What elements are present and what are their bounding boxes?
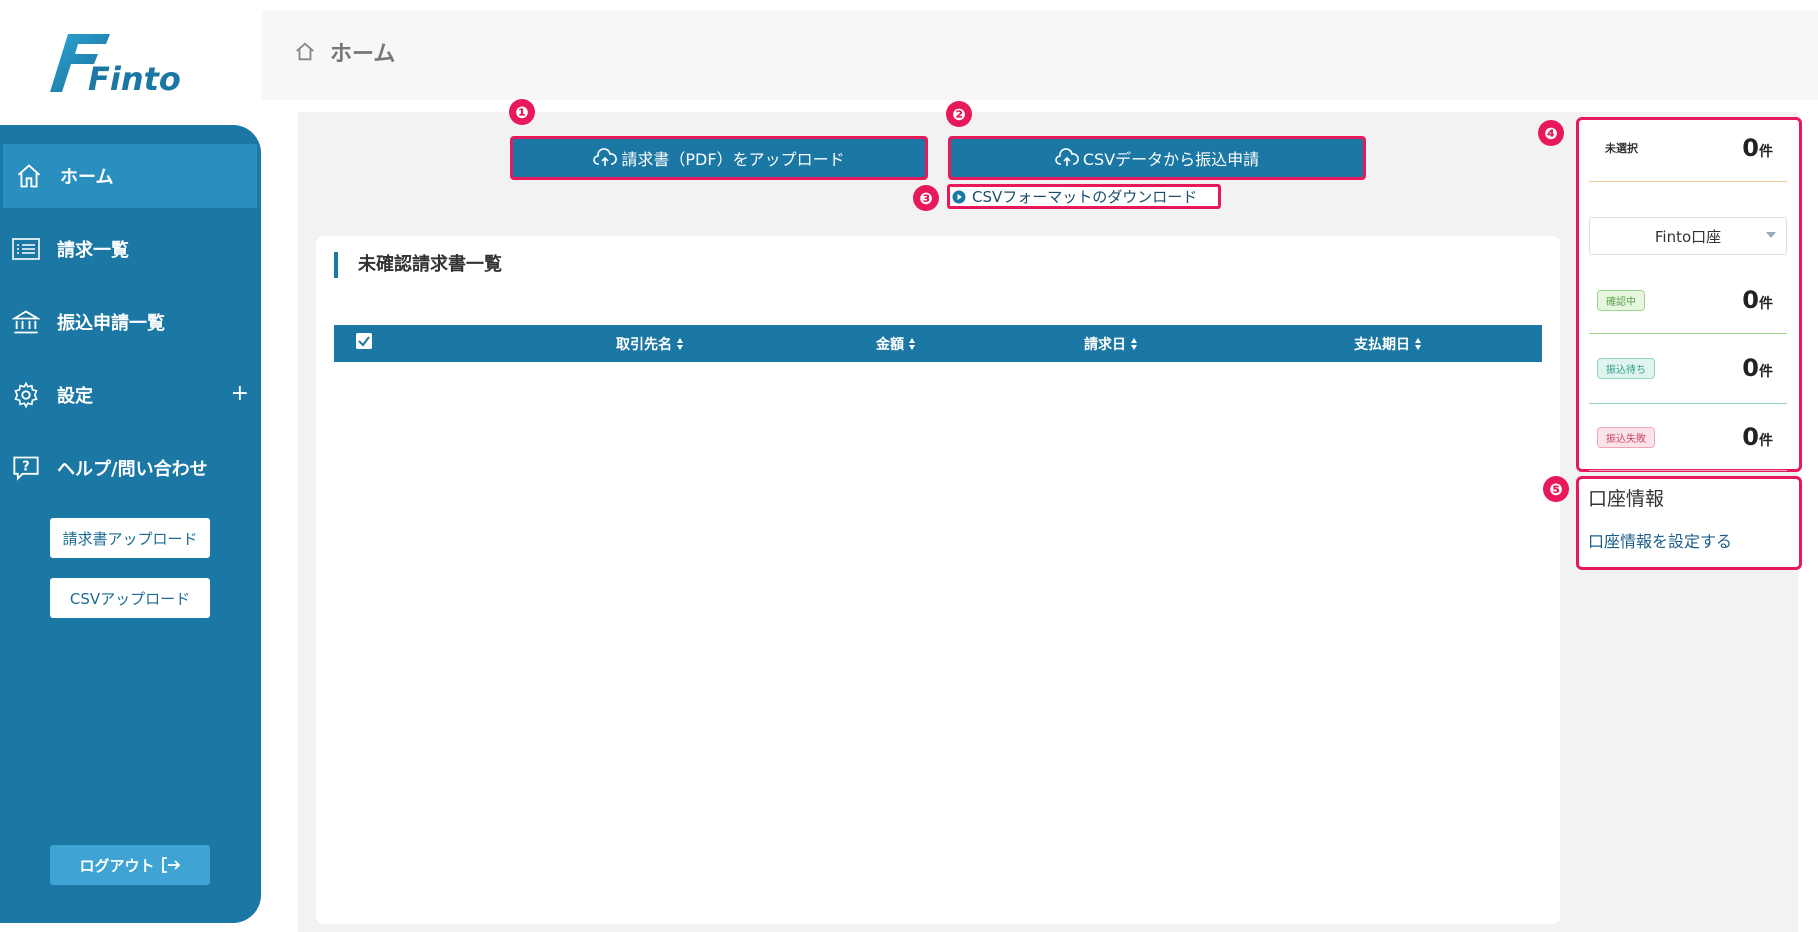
sidebar-item-label: ホーム bbox=[60, 167, 114, 188]
logout-icon bbox=[161, 857, 180, 873]
column-label: 金額 bbox=[876, 337, 904, 353]
select-all-checkbox[interactable] bbox=[356, 333, 372, 349]
home-icon[interactable] bbox=[294, 41, 316, 63]
csv-format-download-label: CSVフォーマットのダウンロード bbox=[972, 188, 1198, 206]
column-label: 取引先名 bbox=[616, 337, 672, 353]
account-select-value: Finto口座 bbox=[1654, 227, 1722, 246]
sort-icon bbox=[677, 338, 683, 350]
sidebar-item-label: 設定 bbox=[57, 386, 93, 407]
column-label: 請求日 bbox=[1084, 337, 1126, 353]
stat-count: 0件 bbox=[1742, 354, 1773, 382]
account-info-setup-link[interactable]: 口座情報を設定する bbox=[1588, 528, 1732, 552]
check-icon bbox=[358, 336, 370, 347]
status-badge: 振込失敗 bbox=[1597, 427, 1655, 448]
stat-confirming[interactable]: 確認中 0件 bbox=[1589, 266, 1787, 334]
page-title: ホーム bbox=[330, 42, 396, 67]
finto-logo[interactable]: Finto bbox=[48, 30, 198, 100]
logout-label: ログアウト bbox=[79, 856, 155, 875]
bank-icon bbox=[11, 307, 41, 337]
sidebar-item-label: 請求一覧 bbox=[57, 240, 129, 261]
stat-count: 0件 bbox=[1742, 286, 1773, 314]
status-badge: 振込待ち bbox=[1597, 358, 1655, 379]
stat-failed[interactable]: 振込失敗 0件 bbox=[1589, 405, 1787, 471]
account-select[interactable]: Finto口座 bbox=[1589, 217, 1787, 255]
upload-pdf-button[interactable]: 請求書（PDF）をアップロード bbox=[510, 136, 928, 180]
status-badge: 確認中 bbox=[1597, 290, 1645, 311]
header-bar bbox=[262, 10, 1818, 100]
stat-label: 未選択 bbox=[1605, 142, 1638, 155]
csv-format-download-link[interactable]: CSVフォーマットのダウンロード bbox=[947, 184, 1221, 209]
stat-count: 0件 bbox=[1742, 423, 1773, 451]
chevron-down-icon bbox=[1766, 232, 1776, 238]
breadcrumb: ホーム bbox=[294, 36, 395, 68]
sidebar-item-transfers[interactable]: 振込申請一覧 bbox=[0, 290, 261, 354]
sort-icon bbox=[1415, 338, 1421, 350]
help-icon: ? bbox=[11, 453, 41, 483]
sidebar-item-settings[interactable]: 設定 + bbox=[0, 363, 261, 427]
list-icon bbox=[11, 234, 41, 264]
badge-1: ❶ bbox=[509, 99, 535, 125]
account-info-title: 口座情報 bbox=[1588, 488, 1665, 510]
sort-icon bbox=[1131, 338, 1137, 350]
app-root: Finto ホーム ホーム 請求一覧 振込申請一覧 設定 + ? ヘルプ/問い合… bbox=[0, 0, 1818, 932]
column-header-amount[interactable]: 金額 bbox=[876, 334, 916, 354]
logo-text: Finto bbox=[88, 60, 181, 98]
divider bbox=[1589, 470, 1787, 471]
sidebar-item-invoices[interactable]: 請求一覧 bbox=[0, 217, 261, 281]
csv-upload-button[interactable]: CSVアップロード bbox=[50, 578, 210, 618]
gear-icon bbox=[11, 380, 41, 410]
sidebar-item-label: 振込申請一覧 bbox=[57, 313, 165, 334]
csv-transfer-button[interactable]: CSVデータから振込申請 bbox=[948, 136, 1366, 180]
badge-4: ❹ bbox=[1538, 120, 1564, 146]
column-header-client[interactable]: 取引先名 bbox=[616, 334, 684, 354]
column-header-invoice-date[interactable]: 請求日 bbox=[1084, 334, 1138, 354]
cloud-upload-icon bbox=[593, 148, 618, 166]
divider bbox=[1589, 181, 1787, 182]
badge-3: ❸ bbox=[913, 185, 939, 211]
sort-icon bbox=[909, 338, 915, 350]
table-header: 取引先名 金額 請求日 支払期日 bbox=[334, 325, 1542, 362]
cloud-upload-icon bbox=[1055, 148, 1079, 166]
csv-transfer-label: CSVデータから振込申請 bbox=[1082, 150, 1260, 169]
play-circle-icon bbox=[952, 190, 966, 203]
sidebar-item-label: ヘルプ/問い合わせ bbox=[57, 459, 208, 480]
sidebar-item-home[interactable]: ホーム bbox=[3, 144, 257, 208]
logout-button[interactable]: ログアウト bbox=[50, 845, 210, 885]
badge-2: ❷ bbox=[946, 101, 972, 127]
invoice-list-title: 未確認請求書一覧 bbox=[334, 252, 502, 278]
divider bbox=[1589, 333, 1787, 334]
badge-5: ❺ bbox=[1543, 476, 1569, 502]
stat-waiting[interactable]: 振込待ち 0件 bbox=[1589, 336, 1787, 404]
svg-text:?: ? bbox=[22, 459, 29, 474]
invoice-upload-button[interactable]: 請求書アップロード bbox=[50, 518, 210, 558]
stat-unselected[interactable]: 未選択 0件 bbox=[1589, 124, 1787, 182]
sidebar-item-help[interactable]: ? ヘルプ/問い合わせ bbox=[0, 436, 261, 500]
stat-count: 0件 bbox=[1742, 134, 1773, 162]
upload-pdf-label: 請求書（PDF）をアップロード bbox=[621, 150, 845, 169]
expand-icon[interactable]: + bbox=[231, 381, 249, 406]
column-label: 支払期日 bbox=[1354, 337, 1410, 353]
column-header-due-date[interactable]: 支払期日 bbox=[1354, 334, 1422, 354]
home-icon bbox=[14, 161, 44, 191]
divider bbox=[1589, 403, 1787, 404]
